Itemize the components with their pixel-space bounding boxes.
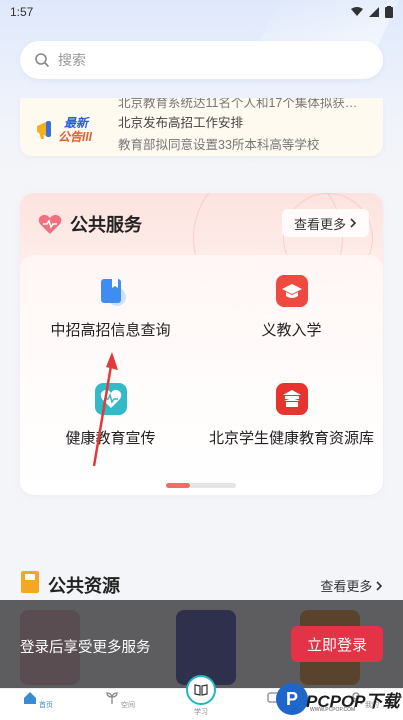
login-button[interactable]: 立即登录 bbox=[291, 626, 383, 662]
public-resources-title: 公共资源 bbox=[48, 576, 120, 596]
more-label: 查看更多 bbox=[320, 579, 373, 594]
service-item-label: 中招高招信息查询 bbox=[50, 322, 171, 339]
open-book-icon bbox=[194, 684, 208, 696]
graduation-cap-icon bbox=[275, 275, 308, 307]
service-item-admission-query[interactable]: 中招高招信息查询 bbox=[20, 275, 201, 340]
megaphone-icon bbox=[37, 121, 51, 139]
tab-label: 首页 bbox=[38, 702, 53, 709]
notice-badge-line2: 公告lll bbox=[58, 130, 93, 144]
watermark-circle: P bbox=[276, 683, 308, 715]
more-label: 查看更多 bbox=[293, 216, 346, 232]
page-indicator bbox=[166, 483, 236, 488]
service-grid: 中招高招信息查询 义教入学 健康教育宣传 北京学生健康教育资源库 bbox=[20, 255, 383, 495]
service-item-compulsory-enrollment[interactable]: 义教入学 bbox=[201, 275, 382, 340]
public-service-header: 公共服务 bbox=[38, 211, 142, 237]
heart-icon bbox=[38, 214, 62, 234]
tab-home[interactable]: 首页 bbox=[8, 691, 68, 710]
public-resources-more-button[interactable]: 查看更多 bbox=[320, 576, 383, 595]
status-time: 1:57 bbox=[10, 5, 34, 19]
public-service-title: 公共服务 bbox=[70, 215, 142, 235]
study-tab-button[interactable] bbox=[186, 675, 216, 705]
signal-icon bbox=[369, 7, 379, 17]
page-indicator-active bbox=[166, 483, 190, 488]
notice-list: 北京教育系统达11名个人和17个集体拟获… 北京发布高招工作安排 教育部拟同意设… bbox=[118, 98, 357, 156]
service-item-label: 义教入学 bbox=[261, 322, 322, 339]
tab-label: 空间 bbox=[120, 702, 135, 709]
service-item-label: 北京学生健康教育资源库 bbox=[208, 430, 374, 447]
service-item-health-resource-library[interactable]: 北京学生健康教育资源库 bbox=[201, 383, 382, 448]
home-icon bbox=[24, 692, 37, 704]
search-input[interactable] bbox=[58, 52, 338, 68]
status-icons bbox=[351, 6, 393, 18]
notice-banner[interactable]: 最新 公告lll 北京教育系统达11名个人和17个集体拟获… 北京发布高招工作安… bbox=[20, 98, 383, 156]
temple-icon bbox=[275, 383, 308, 415]
tab-space[interactable]: 空间 bbox=[90, 691, 150, 710]
public-service-card: 公共服务 查看更多 中招高招信息查询 义教入学 健康教育宣传 北京学生健康教育资… bbox=[20, 193, 383, 495]
tab-study[interactable]: 学习 bbox=[171, 707, 231, 717]
watermark-logo: P PCPOP下载 WWW.PCPOP.COM bbox=[276, 683, 403, 720]
page-indicator-inactive bbox=[190, 483, 236, 488]
sprout-icon bbox=[106, 692, 118, 704]
chevron-right-icon bbox=[350, 218, 357, 228]
watermark-subtext: WWW.PCPOP.COM bbox=[310, 707, 356, 713]
search-icon bbox=[35, 53, 50, 68]
tab-label: 学习 bbox=[194, 709, 208, 716]
search-bar[interactable] bbox=[20, 41, 383, 79]
status-bar: 1:57 bbox=[0, 0, 403, 24]
battery-icon bbox=[385, 6, 393, 18]
login-prompt-message: 登录后享受更多服务 bbox=[20, 640, 151, 656]
book-icon bbox=[21, 571, 39, 593]
public-resources-header: 公共资源 查看更多 bbox=[20, 570, 383, 600]
public-service-more-button[interactable]: 查看更多 bbox=[281, 209, 369, 237]
wifi-icon bbox=[351, 7, 363, 16]
notice-badge: 最新 公告lll bbox=[34, 112, 106, 144]
notice-item[interactable]: 教育部拟同意设置33所本科高等学校 bbox=[118, 134, 357, 156]
notice-item[interactable]: 北京发布高招工作安排 bbox=[118, 112, 357, 134]
annotation-arrow bbox=[92, 352, 118, 467]
chevron-right-icon bbox=[376, 581, 383, 591]
bookmark-book-icon bbox=[95, 275, 127, 307]
